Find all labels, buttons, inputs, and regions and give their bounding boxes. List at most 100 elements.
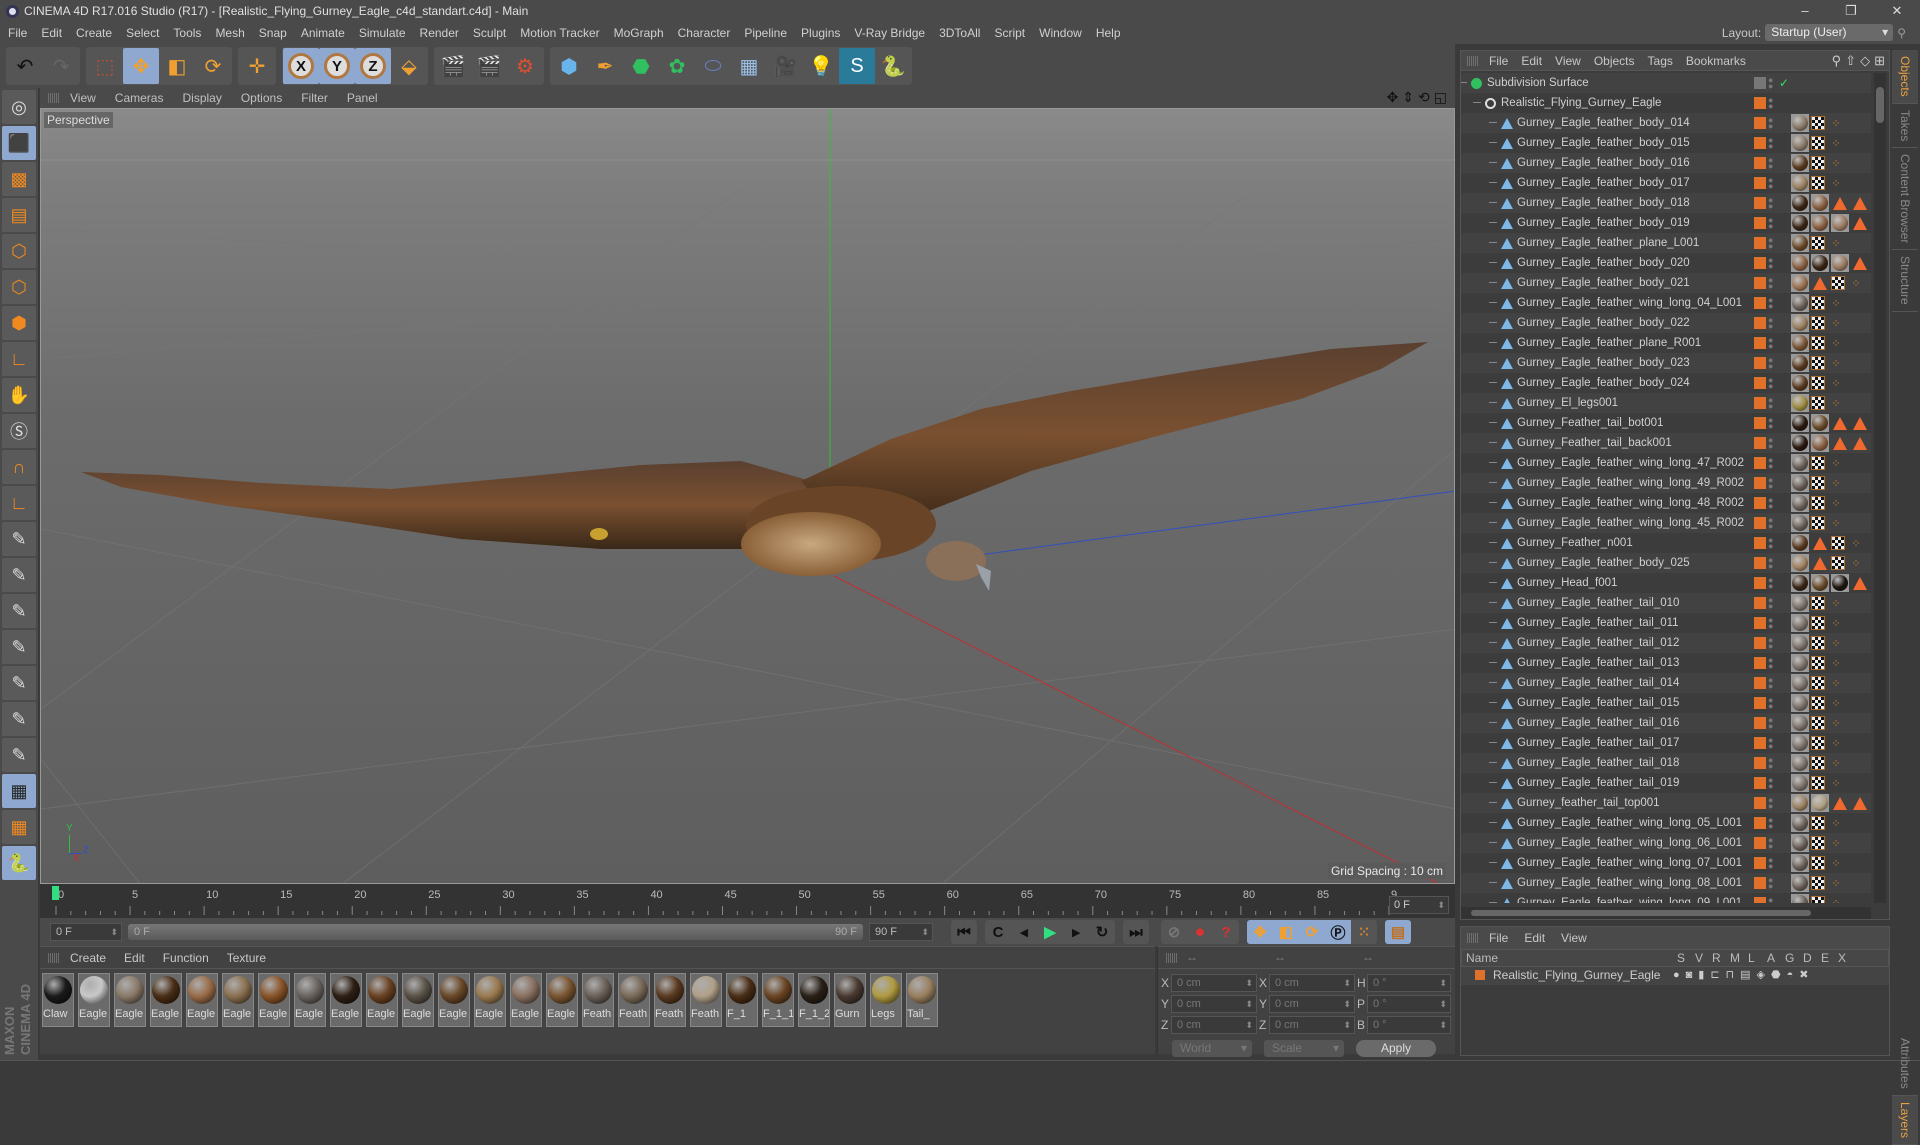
material-tag-icon[interactable]	[1791, 374, 1809, 392]
object-row[interactable]: Gurney_Eagle_feather_body_024 ● ● ⁘	[1461, 373, 1871, 393]
layer-color-icon[interactable]	[1754, 197, 1766, 209]
layer-column-x[interactable]: X	[1838, 951, 1846, 965]
object-name[interactable]: Gurney_Eagle_feather_wing_long_08_L001	[1517, 877, 1742, 889]
layer-color-icon[interactable]	[1754, 237, 1766, 249]
object-name[interactable]: Gurney_Eagle_feather_wing_long_47_R002	[1517, 457, 1744, 469]
layer-color-icon[interactable]	[1754, 837, 1766, 849]
object-row[interactable]: Gurney_Eagle_feather_wing_long_49_R002 ● ●…	[1461, 473, 1871, 493]
material-tag-icon[interactable]	[1811, 414, 1829, 432]
menu-help[interactable]: Help	[1096, 26, 1121, 40]
polygon-selection-tag-icon[interactable]	[1833, 436, 1847, 450]
object-name[interactable]: Gurney_Eagle_feather_plane_L001	[1517, 237, 1699, 249]
material-tag-icon[interactable]	[1791, 714, 1809, 732]
visibility-dots-icon[interactable]: ●●	[1768, 356, 1773, 371]
go-to-end-button[interactable]: ⏭	[1123, 920, 1149, 944]
material-swatch[interactable]: Feath	[582, 973, 614, 1027]
layer-color-icon[interactable]	[1754, 317, 1766, 329]
uvw-tag-icon[interactable]	[1811, 496, 1825, 510]
object-row[interactable]: Gurney_Feather_tail_back001 ● ●	[1461, 433, 1871, 453]
search-icon[interactable]: ⚲	[1897, 26, 1906, 40]
menu-plugins[interactable]: Plugins	[801, 26, 840, 40]
polygon-selection-tag-icon[interactable]	[1853, 436, 1867, 450]
phong-tag-icon[interactable]: ⁘	[1827, 674, 1845, 692]
visibility-dots-icon[interactable]: ●●	[1768, 776, 1773, 791]
material-tag-icon[interactable]	[1791, 114, 1809, 132]
visibility-dots-icon[interactable]: ●●	[1768, 136, 1773, 151]
tab-content-browser[interactable]: Content Browser	[1892, 148, 1918, 251]
material-swatch[interactable]: Legs	[870, 973, 902, 1027]
polygon-selection-tag-icon[interactable]	[1853, 576, 1867, 590]
object-row[interactable]: Gurney_Eagle_feather_body_016 ● ● ⁘	[1461, 153, 1871, 173]
layer-color-icon[interactable]	[1754, 217, 1766, 229]
object-menu-edit[interactable]: Edit	[1521, 54, 1542, 68]
render-view-button[interactable]: 🎬	[435, 48, 471, 84]
position-field[interactable]: 0 cm	[1171, 995, 1257, 1013]
layer-color-icon[interactable]	[1754, 657, 1766, 669]
material-tag-icon[interactable]	[1791, 154, 1809, 172]
material-swatch[interactable]: Tail_	[906, 973, 938, 1027]
python-script-icon[interactable]: 🐍	[2, 846, 36, 880]
object-menu-objects[interactable]: Objects	[1594, 54, 1635, 68]
object-name[interactable]: Gurney_Eagle_feather_wing_long_45_R002	[1517, 517, 1744, 529]
visibility-dots-icon[interactable]: ●●	[1768, 596, 1773, 611]
tab-layers[interactable]: Layers	[1892, 1095, 1918, 1145]
layer-color-icon[interactable]	[1754, 537, 1766, 549]
layer-color-icon[interactable]	[1754, 457, 1766, 469]
material-tag-icon[interactable]	[1791, 314, 1809, 332]
phong-tag-icon[interactable]: ⁘	[1827, 154, 1845, 172]
points-mode-icon[interactable]: ⬡	[2, 234, 36, 268]
previous-key-button[interactable]: C	[985, 920, 1011, 944]
visibility-dots-icon[interactable]: ●●	[1768, 636, 1773, 651]
filter-icon[interactable]: ◇	[1860, 53, 1870, 69]
end-frame-field[interactable]: 90 F	[869, 923, 933, 941]
material-tag-icon[interactable]	[1791, 674, 1809, 692]
object-name[interactable]: Gurney_Eagle_feather_body_018	[1517, 197, 1690, 209]
object-row[interactable]: Gurney_Eagle_feather_tail_010 ● ● ⁘	[1461, 593, 1871, 613]
object-row[interactable]: Gurney_Eagle_feather_body_025 ● ● ⁘	[1461, 553, 1871, 573]
polygon-selection-tag-icon[interactable]	[1813, 556, 1827, 570]
cloner-button[interactable]: ✿	[659, 48, 695, 84]
visibility-dots-icon[interactable]: ●●	[1768, 816, 1773, 831]
object-row[interactable]: Gurney_Feather_n001 ● ● ⁘	[1461, 533, 1871, 553]
uvw-tag-icon[interactable]	[1831, 556, 1845, 570]
material-tag-icon[interactable]	[1791, 554, 1809, 572]
object-menu-bookmarks[interactable]: Bookmarks	[1686, 54, 1746, 68]
timeline-ruler[interactable]: 051015202530354045505560657075808590	[52, 884, 1397, 916]
visibility-dots-icon[interactable]: ●●	[1768, 176, 1773, 191]
coordinate-mode-dropdown[interactable]: World	[1172, 1039, 1252, 1057]
object-name[interactable]: Gurney_Eagle_feather_wing_long_49_R002	[1517, 477, 1744, 489]
phong-tag-icon[interactable]: ⁘	[1827, 874, 1845, 892]
object-list-scrollbar[interactable]	[1874, 73, 1886, 903]
layer-color-icon[interactable]	[1754, 717, 1766, 729]
record-keys-button[interactable]: ⊘	[1161, 920, 1187, 944]
material-swatch[interactable]: Eagle	[366, 973, 398, 1027]
timeline-window-button[interactable]: ▤	[1385, 920, 1411, 944]
layer-column-r[interactable]: R	[1712, 951, 1721, 965]
layer-color-icon[interactable]	[1754, 377, 1766, 389]
phong-tag-icon[interactable]: ⁘	[1847, 554, 1865, 572]
object-name[interactable]: Gurney_Eagle_feather_tail_015	[1517, 697, 1679, 709]
tab-objects[interactable]: Objects	[1892, 50, 1918, 104]
uvw-tag-icon[interactable]	[1811, 476, 1825, 490]
material-tag-icon[interactable]	[1811, 794, 1829, 812]
phong-tag-icon[interactable]: ⁘	[1847, 534, 1865, 552]
visibility-dots-icon[interactable]: ●●	[1768, 76, 1773, 91]
material-tag-icon[interactable]	[1811, 254, 1829, 272]
menu-snap[interactable]: Snap	[259, 26, 287, 40]
material-tag-icon[interactable]	[1791, 854, 1809, 872]
key-position-button[interactable]: ✥	[1247, 920, 1273, 944]
workplane-lock-icon[interactable]: ▦	[2, 774, 36, 808]
phong-tag-icon[interactable]: ⁘	[1827, 294, 1845, 312]
uvw-tag-icon[interactable]	[1811, 716, 1825, 730]
object-row[interactable]: Gurney_Eagle_feather_body_019 ● ●	[1461, 213, 1871, 233]
object-menu-file[interactable]: File	[1489, 54, 1508, 68]
layer-color-icon[interactable]	[1754, 677, 1766, 689]
y-axis-lock-button[interactable]: Y	[319, 48, 355, 84]
go-to-start-button[interactable]: ⏮	[951, 920, 977, 944]
uvw-tag-icon[interactable]	[1811, 156, 1825, 170]
menu-select[interactable]: Select	[126, 26, 159, 40]
layer-color-icon[interactable]	[1754, 417, 1766, 429]
uvw-tag-icon[interactable]	[1811, 836, 1825, 850]
visibility-dots-icon[interactable]: ●●	[1768, 716, 1773, 731]
new-view-icon[interactable]: ⊞	[1874, 53, 1885, 69]
